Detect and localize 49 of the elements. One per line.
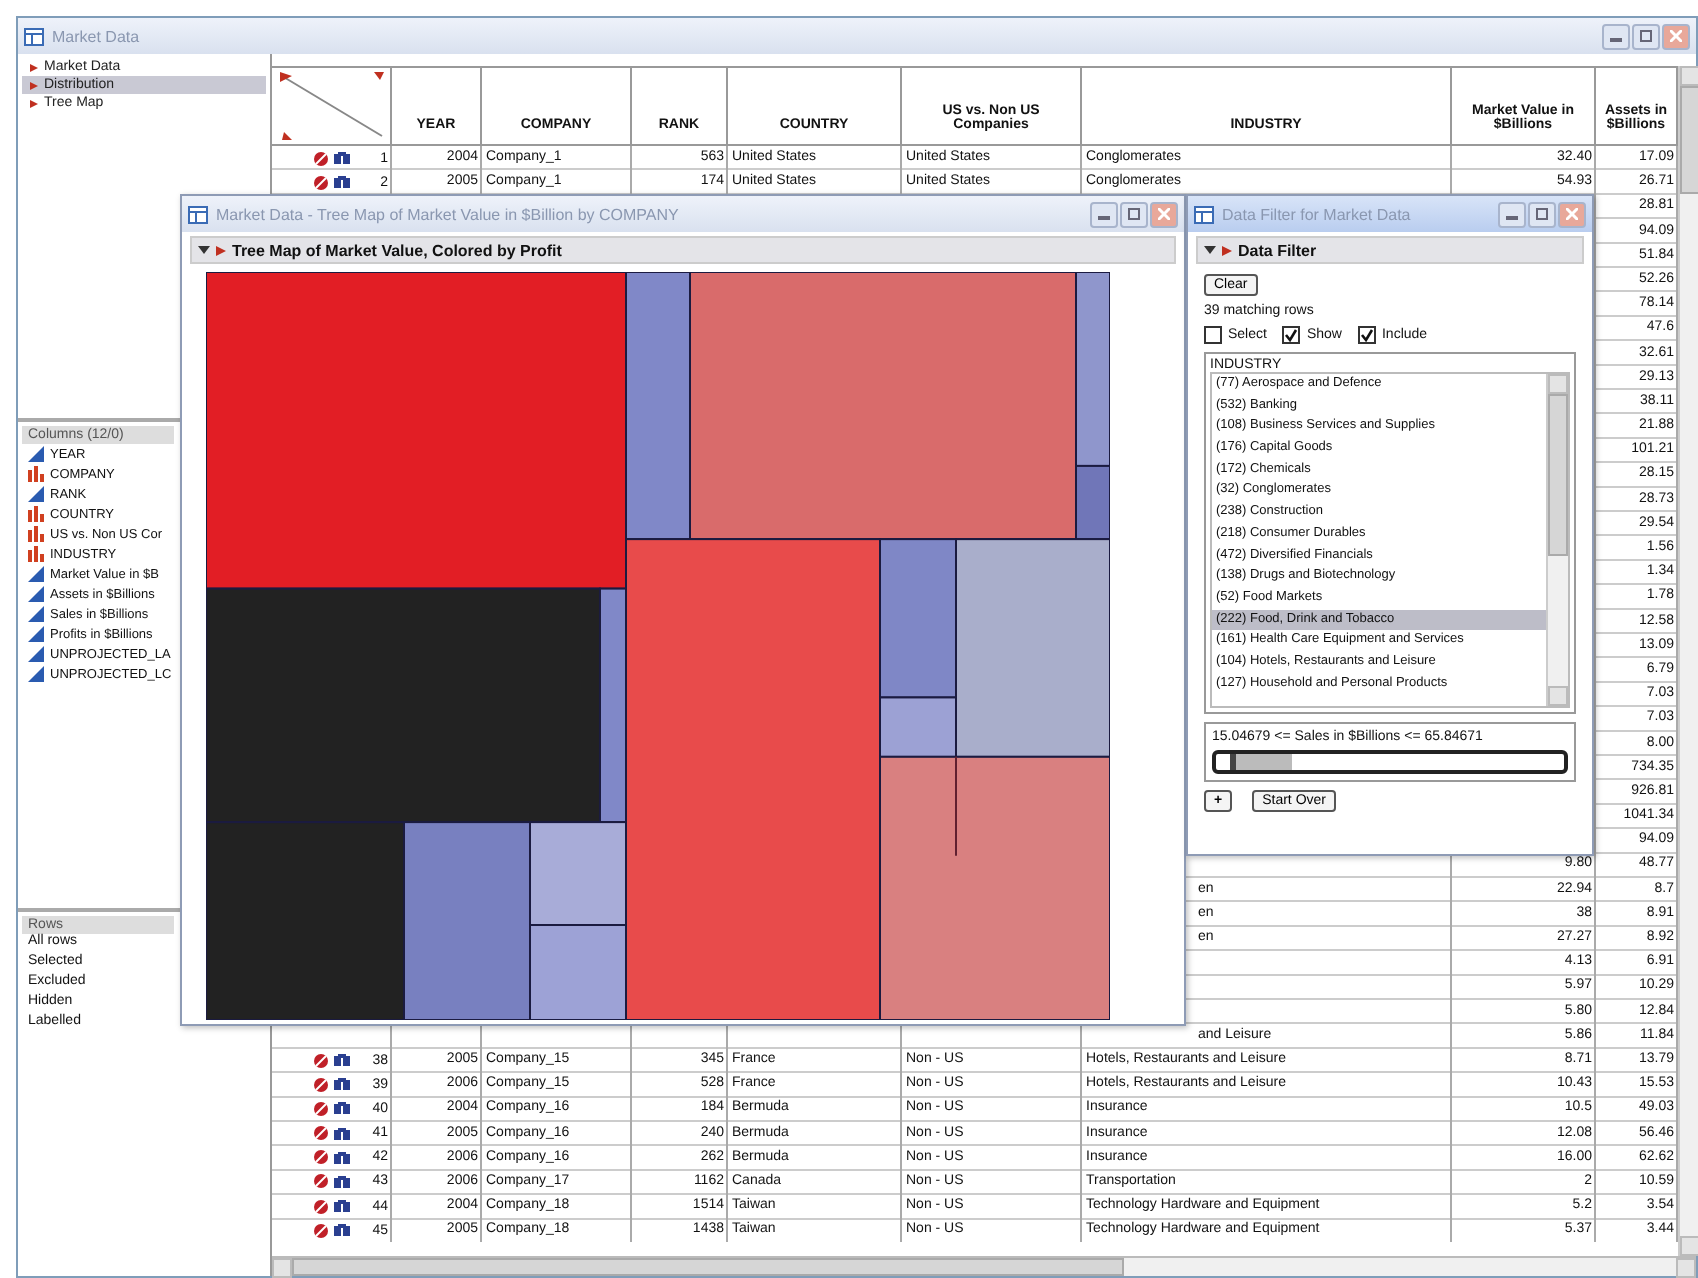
report-header[interactable]: Tree Map of Market Value, Colored by Profit [190,236,1176,264]
window-title: Market Data [52,27,142,45]
triangle-icon [28,446,44,462]
maximize-button[interactable] [1528,201,1556,227]
circle-slash-icon [314,1199,328,1214]
bar-chart-icon [28,506,44,522]
circle-slash-icon [314,1077,328,1092]
horizontal-scrollbar[interactable] [272,1256,1696,1276]
slider-fill[interactable] [1229,754,1293,770]
maximize-icon [1640,30,1652,42]
bar-chart-icon [28,546,44,562]
bar-chart-icon [28,526,44,542]
minimize-button[interactable] [1090,201,1118,227]
circle-slash-icon [314,175,328,190]
circle-slash-icon [314,1101,328,1116]
triangle-icon [30,63,38,71]
checkbox[interactable] [1282,326,1301,344]
table-icon [1194,205,1214,223]
close-icon [1670,30,1682,42]
maximize-icon [1536,208,1548,220]
table-icon [188,205,208,223]
checkbox[interactable] [1204,326,1222,344]
circle-slash-icon [314,1150,328,1165]
range-slider[interactable] [1212,750,1568,774]
circle-slash-icon [314,151,328,166]
triangle-icon [28,486,44,502]
minimize-button[interactable] [1602,23,1630,49]
maximize-icon [1128,208,1140,220]
maximize-button[interactable] [1120,201,1148,227]
minimize-button[interactable] [1498,201,1526,227]
circle-slash-icon [314,1223,328,1238]
triangle-icon [30,99,38,107]
table-icon [24,27,44,45]
bar-chart-icon [28,466,44,482]
list-scrollbar[interactable] [1546,374,1568,706]
circle-slash-icon [314,1053,328,1068]
close-icon [1158,208,1170,220]
maximize-button[interactable] [1632,23,1660,49]
triangle-icon[interactable] [1222,245,1232,255]
window-title: Data Filter for Market Data [1222,205,1413,223]
triangle-icon [30,81,38,89]
circle-slash-icon [314,1126,328,1141]
vertical-scrollbar[interactable] [1678,66,1698,1256]
report-header[interactable]: Data Filter [1196,236,1584,264]
window-title: Market Data - Tree Map of Market Value in $Billion by COMPANY [216,205,681,223]
checkbox[interactable] [1357,326,1376,344]
close-icon [1566,208,1578,220]
triangle-icon[interactable] [216,245,226,255]
circle-slash-icon [314,1174,328,1189]
